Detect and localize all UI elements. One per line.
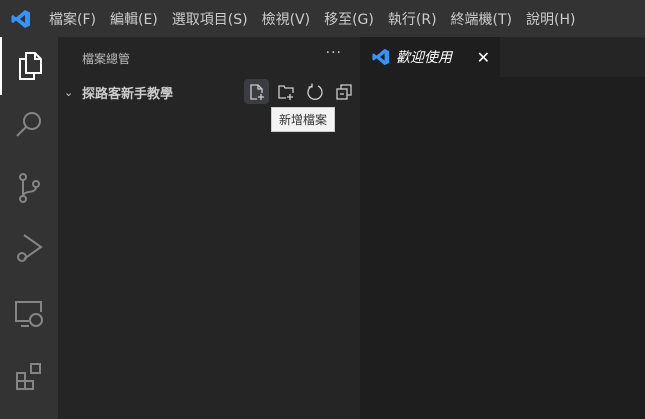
tab-label: 歡迎使用 — [396, 50, 452, 66]
more-actions-button[interactable]: ··· — [326, 45, 342, 61]
menu-edit[interactable]: 編輯(E) — [103, 9, 165, 29]
menu-help[interactable]: 說明(H) — [519, 9, 582, 29]
run-debug-icon[interactable] — [0, 219, 58, 277]
menu-bar: 檔案(F) 編輯(E) 選取項目(S) 檢視(V) 移至(G) 執行(R) 終端… — [42, 9, 582, 29]
menu-go[interactable]: 移至(G) — [317, 9, 381, 29]
new-folder-button[interactable] — [273, 79, 298, 104]
new-file-button[interactable] — [244, 79, 269, 104]
search-icon[interactable] — [0, 95, 58, 153]
chevron-down-icon: ⌄ — [64, 85, 74, 99]
activity-bar — [0, 37, 58, 419]
refresh-button[interactable] — [302, 79, 327, 104]
vscode-logo-icon — [0, 9, 42, 29]
menu-file[interactable]: 檔案(F) — [42, 9, 103, 29]
tab-bar: 歡迎使用 ✕ — [360, 37, 645, 77]
tab-welcome[interactable]: 歡迎使用 ✕ — [360, 37, 500, 77]
close-icon[interactable]: ✕ — [477, 48, 490, 67]
remote-explorer-icon[interactable] — [0, 285, 58, 343]
folder-name: 探路客新手教學 — [82, 86, 174, 102]
collapse-all-button[interactable] — [331, 79, 356, 104]
menu-view[interactable]: 檢視(V) — [255, 9, 318, 29]
source-control-icon[interactable] — [0, 159, 58, 217]
menu-run[interactable]: 執行(R) — [381, 9, 444, 29]
explorer-sidebar: 檔案總管 ··· ⌄ 探路客新手教學 新增檔案 — [58, 37, 360, 419]
vscode-tab-icon — [372, 48, 390, 66]
menu-terminal[interactable]: 終端機(T) — [444, 9, 519, 29]
extensions-icon[interactable] — [0, 347, 58, 405]
title-bar: 檔案(F) 編輯(E) 選取項目(S) 檢視(V) 移至(G) 執行(R) 終端… — [0, 0, 645, 37]
sidebar-title: 檔案總管 — [82, 52, 131, 66]
menu-selection[interactable]: 選取項目(S) — [165, 9, 255, 29]
explorer-icon[interactable] — [0, 37, 58, 95]
tooltip: 新增檔案 — [271, 107, 336, 132]
